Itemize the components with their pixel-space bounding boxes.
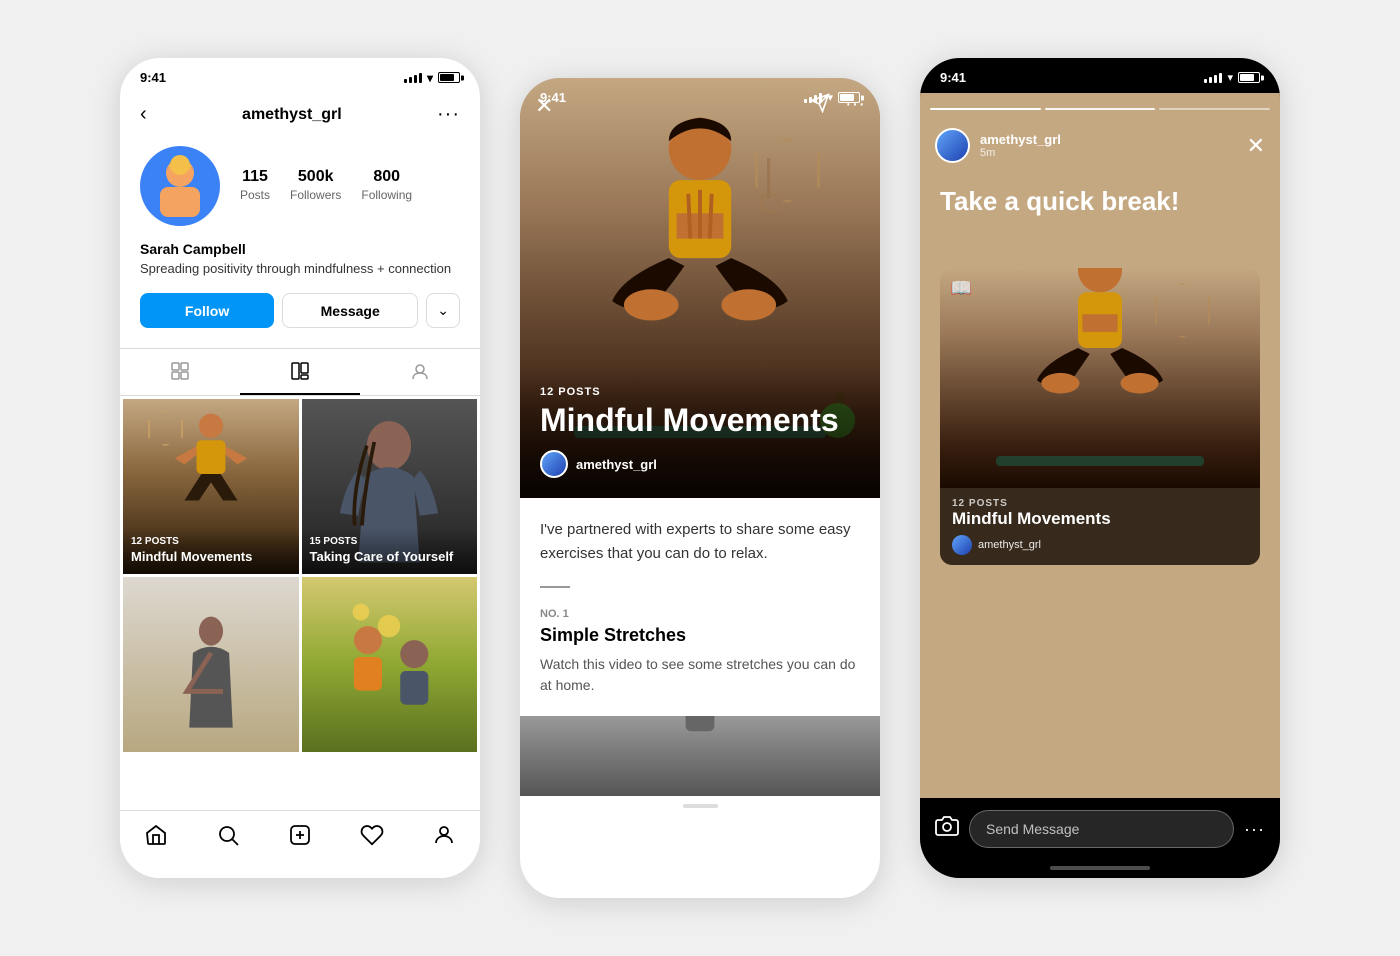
story-user-info: amethyst_grl 5m (980, 132, 1247, 159)
guide-author-username: amethyst_grl (576, 457, 657, 472)
post-count-2: 15 POSTS (310, 536, 470, 547)
followers-label: Followers (290, 188, 341, 202)
story-bar-1 (930, 108, 1041, 110)
story-progress (930, 108, 1270, 110)
nav-profile[interactable] (432, 823, 456, 853)
status-icons-1: ▾ (404, 71, 460, 85)
post-title-2: Taking Care of Yourself (310, 549, 470, 566)
post-thumb-1[interactable]: 12 POSTS Mindful Movements (123, 399, 299, 574)
story-card-body: 12 POSTS Mindful Movements amethyst_grl (940, 488, 1260, 565)
guide-author-avatar (540, 450, 568, 478)
story-bar-3 (1159, 108, 1270, 110)
guide-author: amethyst_grl (540, 450, 860, 478)
time-2: 9:41 (540, 90, 566, 105)
stat-posts: 115 Posts (240, 168, 270, 204)
guide-preview-image (520, 716, 880, 796)
guide-divider (540, 586, 570, 588)
post-overlay-2: 15 POSTS Taking Care of Yourself (302, 528, 478, 574)
message-button[interactable]: Message (282, 293, 418, 328)
post-title-1: Mindful Movements (131, 549, 291, 566)
nav-home[interactable] (144, 823, 168, 853)
story-bar-2 (1045, 108, 1156, 110)
stat-followers: 500k Followers (290, 168, 341, 204)
guide-item-description: Watch this video to see some stretches y… (540, 654, 860, 696)
bio-text: Spreading positivity through mindfulness… (140, 260, 460, 278)
followers-count: 500k (290, 168, 341, 186)
scroll-indicator (520, 796, 880, 816)
phone-story: 9:41 ▾ amethyst_grl 5m ✕ Take (920, 58, 1280, 878)
battery-1 (438, 72, 460, 83)
story-close-button[interactable]: ✕ (1247, 133, 1265, 159)
story-title: Take a quick break! (940, 186, 1260, 217)
tab-tagged[interactable] (360, 349, 480, 395)
dropdown-button[interactable]: ⌄ (426, 293, 460, 328)
back-button[interactable]: ‹ (140, 103, 147, 126)
avatar (140, 146, 220, 226)
profile-actions: Follow Message ⌄ (120, 293, 480, 348)
phone-guide: 9:41 ▾ (520, 78, 880, 898)
bio-name: Sarah Campbell (140, 241, 460, 257)
guide-description: I've partnered with experts to share som… (540, 518, 860, 566)
stat-following: 800 Following (361, 168, 412, 204)
guide-title: Mindful Movements (540, 403, 860, 438)
nav-add[interactable] (288, 823, 312, 853)
story-card[interactable]: 📖 12 POSTS Mindful Movements amethyst_gr… (940, 268, 1260, 565)
tab-guide[interactable] (240, 349, 360, 395)
home-indicator (1050, 866, 1150, 870)
story-card-count: 12 POSTS (952, 498, 1248, 509)
post-count-1: 12 POSTS (131, 536, 291, 547)
wifi-icon-1: ▾ (427, 71, 433, 85)
tab-grid[interactable] (120, 349, 240, 395)
story-message-input[interactable]: Send Message (969, 810, 1234, 848)
guide-body: I've partnered with experts to share som… (520, 498, 880, 716)
posts-label: Posts (240, 188, 270, 202)
post-thumb-4[interactable] (302, 577, 478, 752)
signal-bars-1 (404, 73, 422, 83)
post-thumb-3[interactable] (123, 577, 299, 752)
guide-item-title: Simple Stretches (540, 625, 860, 646)
guide-posts-count: 12 POSTS (540, 386, 860, 398)
time-1: 9:41 (140, 70, 166, 85)
status-bar-1: 9:41 ▾ (120, 58, 480, 93)
profile-info: 115 Posts 500k Followers 800 Following (120, 136, 480, 241)
nav-heart[interactable] (360, 823, 384, 853)
profile-tabs (120, 348, 480, 396)
profile-header: ‹ amethyst_grl ··· (120, 93, 480, 136)
camera-icon[interactable] (935, 814, 959, 844)
posts-count: 115 (240, 168, 270, 186)
bottom-nav (120, 810, 480, 878)
stats-row: 115 Posts 500k Followers 800 Following (240, 168, 412, 204)
guide-hero: 9:41 ▾ (520, 78, 880, 498)
story-card-title: Mindful Movements (952, 509, 1248, 529)
story-card-avatar (952, 535, 972, 555)
phone-profile: 9:41 ▾ ‹ amethyst_grl ··· (120, 58, 480, 878)
story-header: amethyst_grl 5m ✕ (920, 118, 1280, 173)
posts-grid: 12 POSTS Mindful Movements (120, 396, 480, 755)
profile-bio: Sarah Campbell Spreading positivity thro… (120, 241, 480, 293)
guide-hero-content: 12 POSTS Mindful Movements amethyst_grl (520, 366, 880, 498)
story-card-username: amethyst_grl (978, 539, 1041, 551)
guide-item-number: NO. 1 (540, 608, 860, 620)
post-overlay-1: 12 POSTS Mindful Movements (123, 528, 299, 574)
avatar-image (140, 146, 220, 226)
post-thumb-2[interactable]: 15 POSTS Taking Care of Yourself (302, 399, 478, 574)
story-avatar (935, 128, 970, 163)
story-more-button[interactable]: ··· (1244, 819, 1265, 840)
following-count: 800 (361, 168, 412, 186)
time-3: 9:41 (940, 70, 966, 85)
profile-username: amethyst_grl (242, 106, 342, 124)
follow-button[interactable]: Follow (140, 293, 274, 328)
more-options-button[interactable]: ··· (437, 103, 460, 126)
story-card-bookmark-icon: 📖 (950, 278, 972, 299)
nav-search[interactable] (216, 823, 240, 853)
story-time: 5m (980, 147, 1247, 159)
story-username: amethyst_grl (980, 132, 1247, 147)
following-label: Following (361, 188, 412, 202)
